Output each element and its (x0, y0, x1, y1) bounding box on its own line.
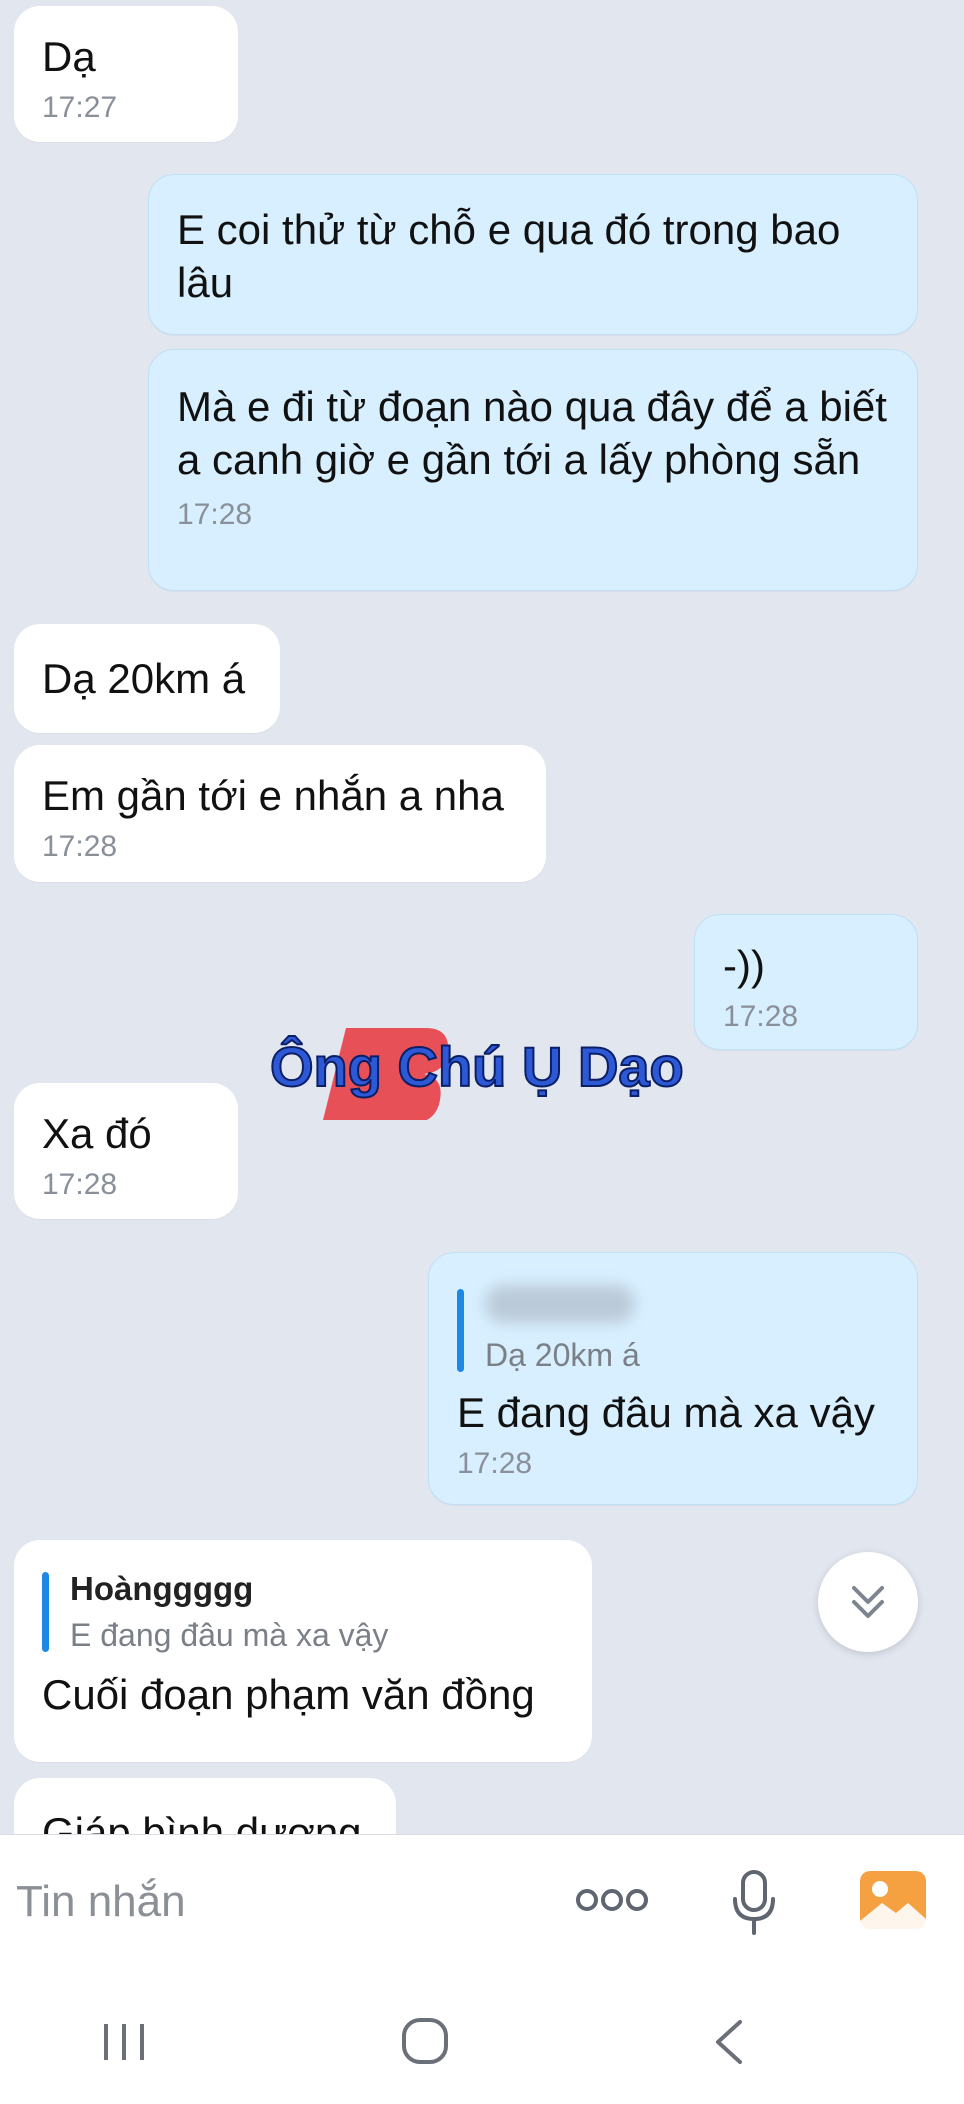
message-text: Giáp bình dương (42, 1809, 362, 1834)
message-text: Mà e đi từ đoạn nào qua đây để a biết a … (177, 383, 887, 483)
double-chevron-down-icon (852, 1586, 884, 1618)
message-outgoing[interactable]: E coi thử từ chỗ e qua đó trong bao lâu (148, 174, 918, 335)
recent-apps-icon[interactable] (100, 2020, 148, 2064)
message-time: 17:28 (42, 1168, 118, 1201)
message-incoming[interactable]: Dạ 17:27 (14, 6, 238, 142)
message-time: 17:28 (42, 830, 118, 863)
home-icon[interactable] (400, 2016, 450, 2066)
message-composer: Tin nhắn (0, 1834, 964, 1973)
quote-sender: Hoànggggg (70, 1570, 254, 1607)
message-outgoing[interactable]: Mà e đi từ đoạn nào qua đây để a biết a … (148, 349, 918, 591)
quote-bar (457, 1289, 464, 1372)
message-incoming[interactable]: Em gần tới e nhắn a nha 17:28 (14, 745, 546, 882)
message-incoming-reply[interactable]: Hoànggggg E đang đâu mà xa vậy Cuối đoạn… (14, 1540, 592, 1762)
microphone-icon[interactable] (730, 1869, 778, 1937)
blurred-sender-name (485, 1285, 635, 1323)
message-time: 17:28 (723, 1000, 799, 1033)
system-nav-bar (0, 1972, 964, 2104)
message-text: Xa đó (42, 1110, 152, 1157)
message-incoming[interactable]: Xa đó 17:28 (14, 1083, 238, 1219)
message-outgoing[interactable]: -)) 17:28 (694, 914, 918, 1050)
message-text: -)) (723, 942, 765, 989)
message-outgoing-reply[interactable]: Dạ 20km á E đang đâu mà xa vậy 17:28 (428, 1252, 918, 1505)
message-text: E đang đâu mà xa vậy (457, 1389, 875, 1436)
message-text: Dạ 20km á (42, 655, 246, 702)
chat-area[interactable]: Dạ 17:27 E coi thử từ chỗ e qua đó trong… (0, 0, 964, 1834)
reply-quote[interactable]: Dạ 20km á (457, 1283, 889, 1378)
quote-text: E đang đâu mà xa vậy (70, 1617, 389, 1653)
message-time: 17:28 (177, 498, 253, 531)
quote-bar (42, 1572, 49, 1652)
message-time: 17:28 (457, 1447, 533, 1480)
more-dots-icon[interactable] (574, 1885, 650, 1915)
message-text: Em gần tới e nhắn a nha (42, 772, 504, 819)
watermark-logo: Ông Chú Ụ Dạo (269, 1028, 685, 1120)
message-incoming[interactable]: Dạ 20km á (14, 624, 280, 733)
message-text: Cuối đoạn phạm văn đồng (42, 1671, 535, 1718)
back-icon[interactable] (710, 2018, 746, 2066)
watermark-text: Ông Chú Ụ Dạo (270, 1035, 684, 1098)
message-incoming[interactable]: Giáp bình dương (14, 1778, 396, 1834)
quote-text: Dạ 20km á (485, 1337, 640, 1373)
image-gallery-icon[interactable] (858, 1869, 928, 1931)
message-text: E coi thử từ chỗ e qua đó trong bao lâu (177, 206, 841, 306)
reply-quote[interactable]: Hoànggggg E đang đâu mà xa vậy (42, 1566, 564, 1658)
message-input[interactable]: Tin nhắn (16, 1877, 186, 1927)
scroll-to-bottom-button[interactable] (818, 1552, 918, 1652)
message-text: Dạ (42, 33, 96, 80)
message-time: 17:27 (42, 91, 118, 124)
